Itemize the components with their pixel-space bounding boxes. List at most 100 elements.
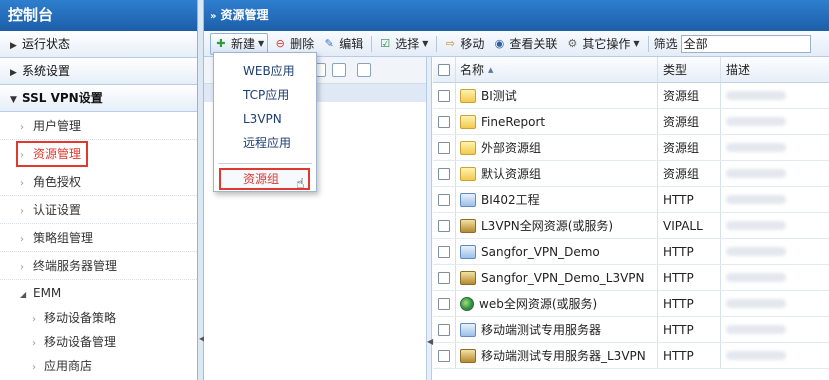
sidebar-item-users[interactable]: › 用户管理 (0, 112, 197, 140)
menu-divider (218, 163, 312, 164)
chevron-right-icon: › (20, 122, 24, 133)
folder-icon (460, 88, 476, 103)
move-button[interactable]: ⇨ 移动 (440, 33, 487, 55)
column-header-type[interactable]: 类型 (658, 57, 721, 82)
resource-name: BI402工程 (481, 193, 540, 207)
row-checkbox[interactable] (438, 141, 450, 154)
table-row[interactable]: web全网资源(或服务) HTTP (433, 291, 829, 317)
main-title-bar: » 资源管理 (204, 0, 829, 31)
row-checkbox[interactable] (438, 193, 450, 206)
table-row[interactable]: BI测试 资源组 (433, 83, 829, 109)
redacted-description (726, 143, 786, 152)
web-app-icon (460, 192, 476, 207)
menu-item-l3vpn[interactable]: L3VPN (214, 107, 316, 131)
row-checkbox[interactable] (438, 245, 450, 258)
sidebar-item-terminal-servers[interactable]: › 终端服务器管理 (0, 252, 197, 280)
row-checkbox-cell (433, 109, 456, 134)
table-row[interactable]: 移动端测试专用服务器 HTTP (433, 317, 829, 343)
view-relations-label: 查看关联 (509, 37, 558, 51)
row-checkbox[interactable] (438, 271, 450, 284)
table-row[interactable]: 默认资源组 资源组 (433, 161, 829, 187)
row-checkbox-cell (433, 135, 456, 160)
resource-name: BI测试 (481, 89, 517, 103)
row-checkbox-cell (433, 239, 456, 264)
cell-name: Sangfor_VPN_Demo (456, 239, 658, 264)
resource-name: L3VPN全网资源(或服务) (481, 219, 614, 233)
resource-name: 移动端测试专用服务器_L3VPN (481, 349, 646, 363)
delete-icon: ⊖ (275, 37, 285, 50)
table-row[interactable]: Sangfor_VPN_Demo HTTP (433, 239, 829, 265)
chevron-right-icon: › (20, 262, 24, 273)
cell-type: 资源组 (658, 135, 721, 160)
sidebar-item-mobile-devices[interactable]: › 移动设备管理 (0, 330, 197, 354)
dropdown-arrow-icon: ▼ (633, 39, 640, 48)
folder-icon (460, 140, 476, 155)
table-row[interactable]: 外部资源组 资源组 (433, 135, 829, 161)
row-checkbox[interactable] (438, 297, 450, 310)
sidebar-title: 控制台 (0, 0, 197, 31)
cell-type: HTTP (658, 187, 721, 212)
cell-desc (721, 135, 829, 160)
column-header-name[interactable]: 名称 ▲ (456, 57, 658, 82)
filter-select[interactable]: 全部 (680, 34, 811, 53)
redacted-description (726, 247, 786, 256)
sidebar-item-label: 策略组管理 (33, 231, 94, 245)
select-button[interactable]: ☑ 选择 ▼ (375, 33, 431, 55)
row-checkbox[interactable] (438, 115, 450, 128)
row-checkbox[interactable] (438, 349, 450, 362)
sidebar-item-label: 应用商店 (44, 359, 93, 373)
other-ops-button[interactable]: ⚙ 其它操作 ▼ (562, 33, 642, 55)
row-checkbox[interactable] (438, 89, 450, 102)
edit-button[interactable]: ✎ 编辑 (319, 33, 366, 55)
tree-expand-icon[interactable] (332, 63, 346, 77)
pane-splitter[interactable]: ◀ (427, 57, 433, 380)
sidebar-item-emm[interactable]: ◢ EMM (0, 280, 197, 306)
row-checkbox-cell (433, 161, 456, 186)
resource-type: HTTP (663, 270, 694, 285)
select-all-checkbox-cell (433, 57, 456, 82)
sidebar-item-label: 移动设备策略 (44, 311, 117, 325)
toolbar-divider (436, 35, 438, 52)
sidebar-item-app-store[interactable]: › 应用商店 (0, 354, 197, 378)
redacted-description (726, 195, 786, 204)
table-row[interactable]: 移动端测试专用服务器_L3VPN HTTP (433, 343, 829, 369)
table-row[interactable]: Sangfor_VPN_Demo_L3VPN HTTP (433, 265, 829, 291)
resource-name: 外部资源组 (481, 141, 542, 155)
cell-name: FineReport (456, 109, 658, 134)
sidebar-item-roles[interactable]: › 角色授权 (0, 168, 197, 196)
row-checkbox[interactable] (438, 323, 450, 336)
cell-name: 默认资源组 (456, 161, 658, 186)
view-relations-button[interactable]: ◉ 查看关联 (489, 33, 560, 55)
row-checkbox[interactable] (438, 219, 450, 232)
grid-header: 名称 ▲ 类型 描述 (433, 57, 829, 83)
new-dropdown-menu: WEB应用 TCP应用 L3VPN 远程应用 资源组 (213, 52, 317, 192)
list-view-icon[interactable] (357, 63, 371, 77)
resource-type: HTTP (663, 296, 694, 311)
sidebar-section-system[interactable]: ▶ 系统设置 (0, 58, 197, 85)
column-header-desc[interactable]: 描述 (721, 57, 829, 82)
select-all-checkbox[interactable] (438, 63, 450, 76)
globe-icon (460, 296, 474, 311)
menu-item-tcp-app[interactable]: TCP应用 (214, 83, 316, 107)
l3vpn-icon (460, 348, 476, 363)
table-row[interactable]: FineReport 资源组 (433, 109, 829, 135)
page-title: 资源管理 (220, 8, 269, 22)
sidebar-section-sslvpn[interactable]: ▼ SSL VPN设置 (0, 85, 197, 112)
table-row[interactable]: BI402工程 HTTP (433, 187, 829, 213)
resource-grid: 名称 ▲ 类型 描述 BI测试 资源组 FineReport 资源组 外部资源组 资源组 默认… (433, 57, 829, 380)
row-checkbox-cell (433, 213, 456, 238)
cell-type: 资源组 (658, 161, 721, 186)
menu-item-web-app[interactable]: WEB应用 (214, 59, 316, 83)
row-checkbox[interactable] (438, 167, 450, 180)
sidebar-item-policy-groups[interactable]: › 策略组管理 (0, 224, 197, 252)
sidebar-item-auth[interactable]: › 认证设置 (0, 196, 197, 224)
sidebar-item-resources[interactable]: › 资源管理 (16, 141, 88, 167)
table-row[interactable]: L3VPN全网资源(或服务) VIPALL (433, 213, 829, 239)
cell-name: BI402工程 (456, 187, 658, 212)
sidebar-section-status[interactable]: ▶ 运行状态 (0, 31, 197, 58)
sidebar-item-mobile-policy[interactable]: › 移动设备策略 (0, 306, 197, 330)
grid-body: BI测试 资源组 FineReport 资源组 外部资源组 资源组 默认资源组 资源组 BI40… (433, 83, 829, 369)
cell-desc (721, 343, 829, 368)
menu-item-remote-app[interactable]: 远程应用 (214, 131, 316, 155)
cell-desc (721, 187, 829, 212)
